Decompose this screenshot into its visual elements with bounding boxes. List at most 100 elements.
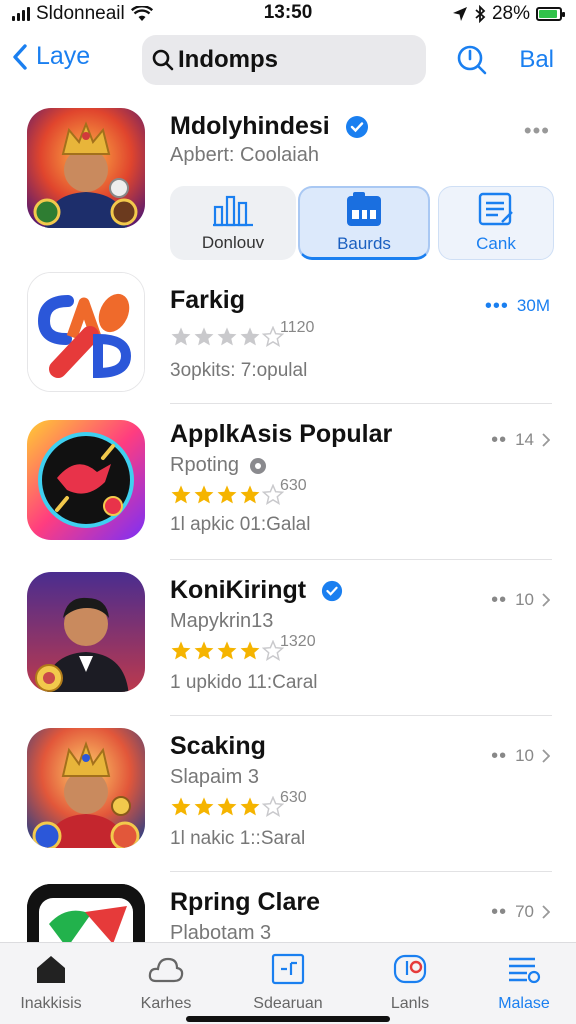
tab-label: Malase bbox=[498, 995, 550, 1012]
app-size: 14 bbox=[515, 430, 534, 449]
more-icon: •• bbox=[491, 429, 508, 451]
status-bar: Sldonneail 13:50 28% bbox=[0, 0, 576, 28]
app-name: Rpring Clare bbox=[170, 888, 321, 916]
app-icon[interactable] bbox=[27, 420, 145, 540]
row-right[interactable]: •• 70 bbox=[491, 902, 550, 922]
more-icon: •• bbox=[491, 901, 508, 923]
app-subtitle: Plabotam 3 bbox=[170, 922, 272, 942]
action-button-2[interactable]: Baurds bbox=[298, 186, 430, 260]
app-meta: 1l nakic 1::Saral bbox=[170, 828, 306, 849]
tab-malase[interactable]: Malase bbox=[474, 953, 574, 1013]
app-size: 10 bbox=[515, 590, 534, 609]
search-input[interactable]: Indomps bbox=[142, 35, 426, 85]
star-icon bbox=[194, 327, 214, 346]
star-icon bbox=[171, 485, 191, 504]
info-icon bbox=[249, 457, 266, 474]
app-row[interactable]: Rpring Clare Plabotam 3 •• 70 bbox=[0, 872, 576, 942]
star-icon bbox=[194, 797, 214, 816]
rating: 630 bbox=[170, 477, 307, 506]
star-icon bbox=[240, 641, 260, 660]
app-meta: 1 upkido 11:Caral bbox=[170, 672, 318, 693]
app-name: KoniKiringt bbox=[170, 576, 343, 605]
home-indicator[interactable] bbox=[186, 1016, 390, 1022]
star-icon bbox=[240, 797, 260, 816]
tab-label: Sdearuan bbox=[253, 995, 323, 1012]
star-icon bbox=[194, 485, 214, 504]
tab-label: Lanls bbox=[390, 995, 430, 1012]
star-icon bbox=[217, 641, 237, 660]
star-rating-icon bbox=[170, 640, 284, 662]
search-value: Indomps bbox=[178, 46, 278, 73]
star-icon bbox=[194, 641, 214, 660]
rating-count: 630 bbox=[280, 789, 307, 806]
star-icon bbox=[240, 327, 260, 346]
battery-icon bbox=[536, 7, 565, 21]
action-label-1: Donlouv bbox=[201, 233, 265, 252]
app-row[interactable]: Farkig 1120 3opkits: 7:opulal ••• 30M bbox=[0, 270, 576, 404]
action-label-2: Baurds bbox=[337, 233, 391, 253]
app-size: 70 bbox=[515, 902, 534, 921]
app-subtitle: Slapaim 3 bbox=[170, 766, 259, 788]
tab-karhes[interactable]: Karhes bbox=[116, 953, 216, 1013]
row-right[interactable]: •• 10 bbox=[491, 746, 550, 766]
chevron-right-icon bbox=[542, 433, 550, 447]
rating: 630 bbox=[170, 789, 307, 818]
app-row[interactable]: ApplkAsis Popular Rpoting 630 1l apkic 0… bbox=[0, 404, 576, 560]
more-icon: •• bbox=[491, 745, 508, 767]
verified-badge-icon bbox=[321, 581, 343, 602]
bluetooth-icon bbox=[475, 5, 486, 23]
featured-actions: Donlouv Baurds Cank bbox=[170, 186, 556, 260]
action-button-1[interactable]: Donlouv bbox=[170, 186, 296, 260]
status-right: 28% bbox=[452, 3, 565, 25]
frame-icon bbox=[271, 953, 305, 985]
star-icon bbox=[240, 485, 260, 504]
star-icon bbox=[171, 797, 191, 816]
tab-home[interactable]: Inakkisis bbox=[1, 953, 101, 1013]
tab-label: Karhes bbox=[140, 995, 192, 1012]
chevron-right-icon bbox=[542, 593, 550, 607]
app-name: Mdolyhindesi bbox=[170, 112, 369, 141]
rating: 1120 bbox=[170, 319, 314, 348]
search-icon[interactable] bbox=[456, 44, 488, 76]
back-label: Laye bbox=[36, 42, 91, 70]
apps-icon bbox=[393, 954, 427, 984]
row-right[interactable]: •• 10 bbox=[491, 590, 550, 610]
app-name: Scaking bbox=[170, 732, 266, 760]
chevron-right-icon bbox=[542, 749, 550, 763]
app-icon[interactable] bbox=[27, 572, 145, 692]
search-icon bbox=[152, 49, 174, 71]
nav-right-button[interactable]: Bal bbox=[519, 46, 554, 74]
app-icon-featured[interactable] bbox=[27, 108, 145, 228]
app-size: 30M bbox=[516, 296, 550, 315]
app-row[interactable]: Scaking Slapaim 3 630 1l nakic 1::Saral … bbox=[0, 716, 576, 872]
location-icon bbox=[452, 7, 467, 21]
back-button[interactable]: Laye bbox=[12, 42, 90, 71]
app-row[interactable]: KoniKiringt Mapykrin13 1320 1 upkido 11:… bbox=[0, 560, 576, 716]
action-button-3[interactable]: Cank bbox=[438, 186, 554, 260]
more-icon: •• bbox=[491, 589, 508, 611]
more-icon: ••• bbox=[484, 295, 509, 317]
app-size: 10 bbox=[515, 746, 534, 765]
star-icon bbox=[217, 327, 237, 346]
row-right[interactable]: ••• 30M bbox=[485, 296, 550, 316]
star-icon bbox=[217, 485, 237, 504]
app-subtitle: Mapykrin13 bbox=[170, 610, 274, 632]
app-icon[interactable] bbox=[27, 728, 145, 848]
app-subtitle: Rpoting bbox=[170, 454, 267, 477]
home-icon bbox=[37, 956, 65, 983]
tab-label: Inakkisis bbox=[20, 995, 82, 1012]
star-icon bbox=[171, 641, 191, 660]
cloud-icon bbox=[148, 957, 184, 983]
app-icon[interactable] bbox=[27, 884, 145, 942]
board-icon bbox=[347, 191, 381, 226]
star-rating-icon bbox=[170, 484, 284, 506]
tab-sdearuan[interactable]: Sdearuan bbox=[238, 953, 338, 1013]
tab-lanls[interactable]: Lanls bbox=[360, 953, 460, 1013]
more-options-icon[interactable]: ••• bbox=[524, 118, 550, 144]
rating: 1320 bbox=[170, 633, 316, 662]
app-icon[interactable] bbox=[27, 272, 145, 392]
document-icon bbox=[478, 192, 513, 226]
star-rating-icon bbox=[170, 796, 284, 818]
row-right[interactable]: •• 14 bbox=[491, 430, 550, 450]
rating-count: 630 bbox=[280, 477, 307, 494]
